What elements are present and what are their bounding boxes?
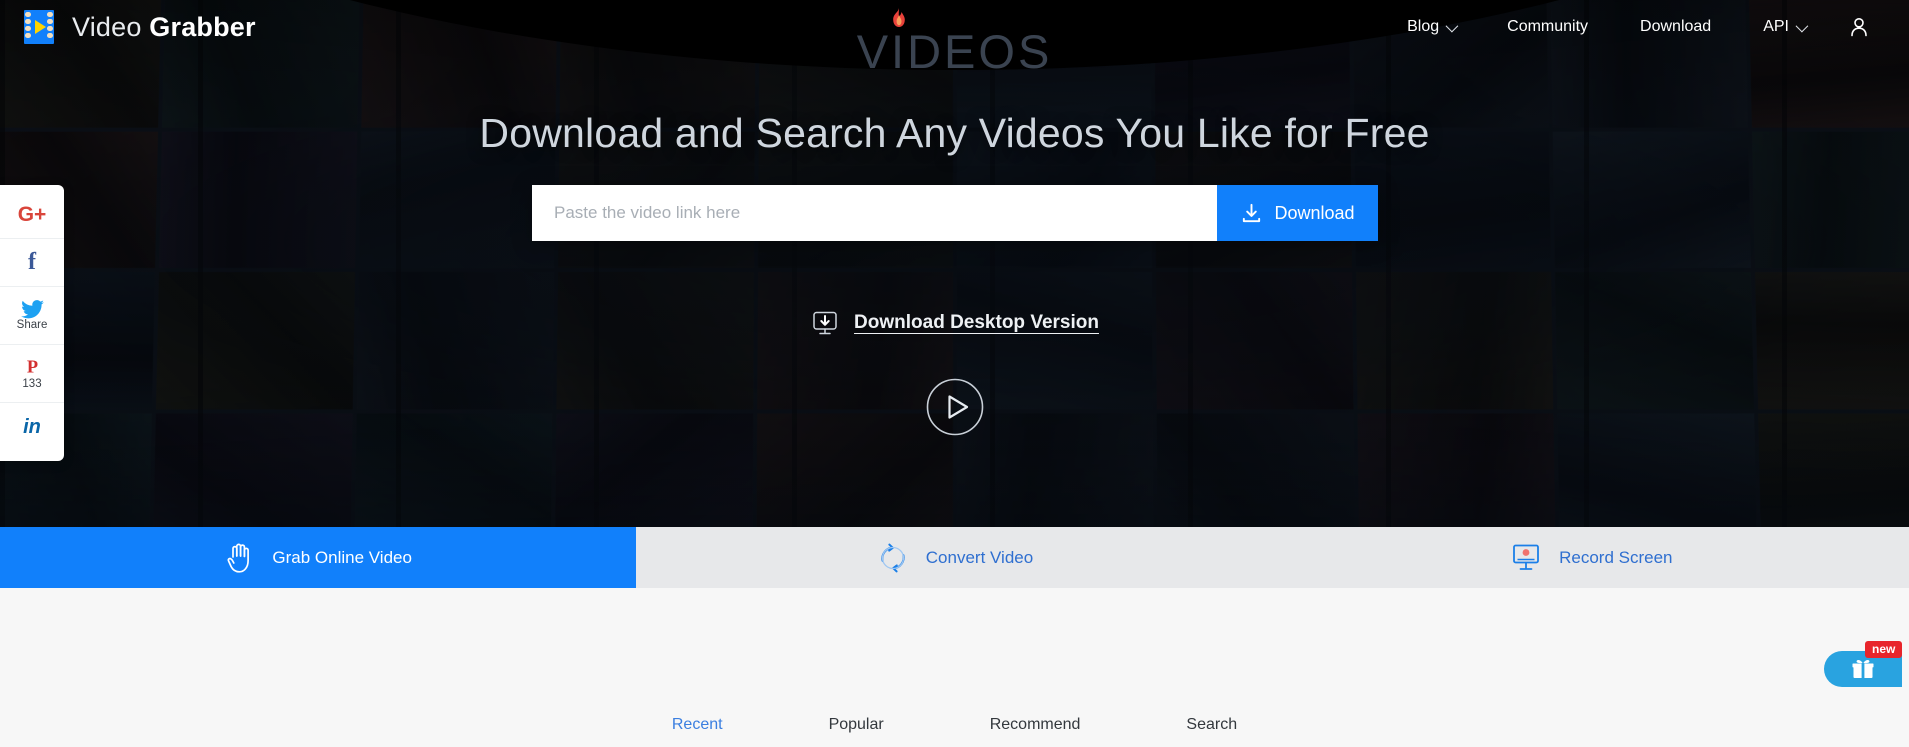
nav-menu: Blog Community Download API — [1381, 15, 1875, 39]
feature-tab-strip: Grab Online Video Convert Video Record S… — [0, 527, 1909, 588]
collage-thumbnail — [1758, 413, 1909, 527]
collage-thumbnail — [1558, 413, 1757, 527]
collage-thumbnail — [354, 413, 552, 527]
social-share-sidebar: G+ f Share P 133 in — [0, 185, 64, 461]
chevron-down-icon — [1796, 19, 1809, 32]
social-button-google-plus[interactable]: G+ — [0, 191, 64, 239]
subtab-recent[interactable]: Recent — [619, 716, 776, 734]
subtab-popular[interactable]: Popular — [776, 716, 937, 734]
social-button-twitter[interactable]: Share — [0, 287, 64, 345]
tab-label: Grab Online Video — [272, 548, 412, 568]
social-button-linkedin[interactable]: in — [0, 403, 64, 451]
brand-name-light: Video — [72, 12, 142, 42]
tab-grab-online-video[interactable]: Grab Online Video — [0, 527, 636, 588]
circular-arrows-convert-icon — [876, 541, 910, 575]
collage-thumbnail — [1755, 272, 1909, 409]
gift-promo-widget[interactable]: new — [1824, 651, 1902, 687]
pinterest-icon: P — [23, 356, 42, 378]
video-thumbnail-collage — [0, 0, 1909, 527]
chevron-down-icon — [1446, 19, 1459, 32]
subtab-search[interactable]: Search — [1133, 716, 1290, 734]
video-link-search-box: Download — [532, 185, 1378, 241]
twitter-bird-icon — [21, 300, 44, 319]
nav-item-download[interactable]: Download — [1614, 18, 1737, 36]
monitor-download-icon — [810, 308, 840, 338]
gift-new-badge: new — [1865, 641, 1902, 658]
user-account-button[interactable] — [1847, 15, 1871, 39]
gift-box-icon — [1850, 656, 1876, 682]
hand-grab-icon — [224, 541, 256, 575]
monitor-record-icon — [1509, 542, 1543, 574]
nav-item-community[interactable]: Community — [1481, 18, 1614, 36]
download-tray-icon — [1240, 202, 1263, 225]
hero-title: Download and Search Any Videos You Like … — [0, 110, 1909, 157]
download-button-label: Download — [1274, 203, 1354, 224]
collage-thumbnail — [957, 272, 1153, 409]
collage-thumbnail — [156, 272, 354, 409]
brand-logo[interactable]: Video Grabber — [20, 8, 256, 46]
user-person-icon — [1847, 15, 1871, 39]
videos-subtab-bar: Recent Popular Recommend Search — [0, 716, 1909, 734]
pinterest-count: 133 — [22, 379, 41, 391]
brand-name: Video Grabber — [72, 12, 256, 43]
collage-thumbnail — [1357, 413, 1555, 527]
collage-thumbnail — [1356, 272, 1554, 409]
download-desktop-version-link[interactable]: Download Desktop Version — [0, 308, 1909, 338]
collage-thumbnail — [756, 413, 953, 527]
tab-label: Record Screen — [1559, 548, 1672, 568]
tab-convert-video[interactable]: Convert Video — [636, 527, 1272, 588]
collage-thumbnail — [1156, 272, 1353, 409]
twitter-share-label: Share — [17, 320, 48, 332]
collage-thumbnail — [153, 413, 352, 527]
collage-thumbnail — [357, 272, 555, 409]
hero-play-button[interactable] — [926, 378, 984, 436]
brand-name-bold: Grabber — [149, 12, 255, 42]
nav-label: Blog — [1407, 18, 1439, 36]
google-plus-icon: G+ — [18, 203, 47, 227]
tab-record-screen[interactable]: Record Screen — [1273, 527, 1909, 588]
nav-label: Community — [1507, 18, 1588, 36]
collage-thumbnail — [957, 413, 1154, 527]
collage-thumbnail — [757, 272, 953, 409]
nav-label: Download — [1640, 18, 1711, 36]
nav-item-api[interactable]: API — [1737, 18, 1831, 36]
search-input[interactable] — [532, 185, 1217, 241]
tab-label: Convert Video — [926, 548, 1033, 568]
top-navigation-bar: Video Grabber Blog Community Download AP… — [0, 0, 1909, 54]
social-button-pinterest[interactable]: P 133 — [0, 345, 64, 403]
download-button[interactable]: Download — [1217, 185, 1378, 241]
linkedin-icon: in — [23, 416, 41, 439]
nav-item-blog[interactable]: Blog — [1381, 18, 1481, 36]
film-strip-play-icon — [20, 8, 58, 46]
facebook-icon: f — [28, 249, 36, 276]
hero-banner — [0, 0, 1909, 527]
subtab-recommend[interactable]: Recommend — [937, 716, 1134, 734]
collage-thumbnail — [555, 413, 753, 527]
svg-text:P: P — [26, 357, 37, 377]
collage-thumbnail — [1157, 413, 1355, 527]
collage-thumbnail — [557, 272, 754, 409]
desktop-link-label: Download Desktop Version — [854, 312, 1099, 334]
social-button-facebook[interactable]: f — [0, 239, 64, 287]
collage-thumbnail — [1555, 272, 1753, 409]
play-circle-icon — [926, 378, 984, 436]
nav-label: API — [1763, 18, 1789, 36]
